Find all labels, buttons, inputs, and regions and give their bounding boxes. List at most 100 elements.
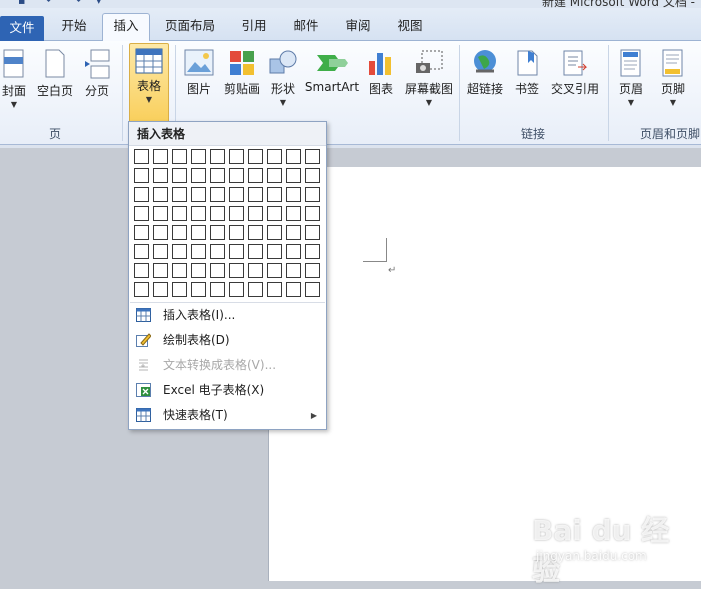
table-grid-cell[interactable]	[134, 206, 149, 221]
shapes-button[interactable]: 形状 ▼	[266, 45, 300, 125]
table-grid-cell[interactable]	[134, 263, 149, 278]
table-grid-cell[interactable]	[267, 282, 282, 297]
table-grid-cell[interactable]	[153, 168, 168, 183]
table-grid-cell[interactable]	[229, 149, 244, 164]
table-grid-cell[interactable]	[248, 244, 263, 259]
tab-file[interactable]: 文件	[0, 16, 44, 41]
table-grid-cell[interactable]	[191, 187, 206, 202]
table-grid-cell[interactable]	[267, 225, 282, 240]
table-grid-cell[interactable]	[210, 206, 225, 221]
menu-quick-tables[interactable]: 快速表格(T) ▶	[130, 403, 325, 428]
table-grid-cell[interactable]	[134, 282, 149, 297]
table-grid-cell[interactable]	[172, 244, 187, 259]
tab-home[interactable]: 开始	[50, 14, 98, 40]
table-grid-cell[interactable]	[286, 168, 301, 183]
menu-draw-table[interactable]: 绘制表格(D)	[130, 328, 325, 353]
tab-page-layout[interactable]: 页面布局	[156, 14, 224, 40]
table-grid-cell[interactable]	[248, 225, 263, 240]
quick-access-dropdown-icon[interactable]: ▾	[96, 0, 102, 7]
menu-insert-table[interactable]: 插入表格(I)...	[130, 303, 325, 328]
table-grid-cell[interactable]	[153, 244, 168, 259]
table-grid-cell[interactable]	[153, 149, 168, 164]
table-grid-cell[interactable]	[229, 168, 244, 183]
table-grid-cell[interactable]	[248, 263, 263, 278]
table-grid-cell[interactable]	[172, 225, 187, 240]
table-grid-cell[interactable]	[210, 149, 225, 164]
table-grid-cell[interactable]	[267, 206, 282, 221]
table-grid-cell[interactable]	[248, 282, 263, 297]
redo-icon[interactable]: ↷	[72, 0, 81, 7]
table-grid-cell[interactable]	[153, 187, 168, 202]
table-grid-cell[interactable]	[286, 225, 301, 240]
tab-references[interactable]: 引用	[232, 14, 276, 40]
table-grid-cell[interactable]	[153, 225, 168, 240]
page-break-button[interactable]: 分页	[80, 45, 114, 125]
table-grid-cell[interactable]	[210, 244, 225, 259]
table-grid-cell[interactable]	[191, 168, 206, 183]
table-grid-cell[interactable]	[134, 168, 149, 183]
table-grid-cell[interactable]	[210, 168, 225, 183]
tab-review[interactable]: 审阅	[336, 14, 380, 40]
table-grid-cell[interactable]	[305, 282, 320, 297]
table-grid-cell[interactable]	[267, 263, 282, 278]
tab-insert[interactable]: 插入	[102, 13, 150, 41]
table-grid-cell[interactable]	[191, 263, 206, 278]
table-grid-cell[interactable]	[305, 206, 320, 221]
table-grid-cell[interactable]	[286, 187, 301, 202]
header-button[interactable]: 页眉 ▼	[614, 45, 648, 125]
menu-excel-spreadsheet[interactable]: Excel 电子表格(X)	[130, 378, 325, 403]
table-grid-cell[interactable]	[305, 263, 320, 278]
table-grid-cell[interactable]	[153, 206, 168, 221]
table-grid-cell[interactable]	[248, 168, 263, 183]
cover-page-button[interactable]: 封面 ▼	[0, 45, 28, 125]
table-grid-cell[interactable]	[248, 149, 263, 164]
table-grid-cell[interactable]	[267, 149, 282, 164]
table-grid-cell[interactable]	[305, 187, 320, 202]
table-grid-cell[interactable]	[134, 225, 149, 240]
table-grid-cell[interactable]	[172, 187, 187, 202]
table-grid-cell[interactable]	[229, 282, 244, 297]
smartart-button[interactable]: SmartArt	[304, 45, 360, 125]
table-grid-cell[interactable]	[305, 168, 320, 183]
table-grid-cell[interactable]	[248, 187, 263, 202]
table-grid-cell[interactable]	[229, 225, 244, 240]
table-grid-cell[interactable]	[305, 225, 320, 240]
table-grid-cell[interactable]	[248, 206, 263, 221]
table-grid-cell[interactable]	[267, 168, 282, 183]
table-grid-cell[interactable]	[172, 282, 187, 297]
table-grid-cell[interactable]	[210, 225, 225, 240]
table-grid-cell[interactable]	[172, 206, 187, 221]
table-grid-cell[interactable]	[229, 206, 244, 221]
table-grid-cell[interactable]	[134, 187, 149, 202]
table-grid-cell[interactable]	[134, 244, 149, 259]
picture-button[interactable]: 图片	[181, 45, 217, 125]
table-grid-cell[interactable]	[305, 149, 320, 164]
table-grid-cell[interactable]	[305, 244, 320, 259]
table-grid-cell[interactable]	[210, 187, 225, 202]
table-grid-cell[interactable]	[191, 244, 206, 259]
table-grid-cell[interactable]	[191, 282, 206, 297]
table-grid-cell[interactable]	[286, 282, 301, 297]
table-grid-cell[interactable]	[153, 263, 168, 278]
table-grid-cell[interactable]	[172, 263, 187, 278]
table-grid-cell[interactable]	[286, 149, 301, 164]
table-grid-cell[interactable]	[267, 187, 282, 202]
table-grid-cell[interactable]	[267, 244, 282, 259]
table-grid-cell[interactable]	[210, 263, 225, 278]
chart-button[interactable]: 图表	[364, 45, 398, 125]
save-icon[interactable]: ▪	[18, 0, 25, 7]
table-grid-cell[interactable]	[134, 149, 149, 164]
table-grid-cell[interactable]	[191, 225, 206, 240]
footer-button[interactable]: 页脚 ▼	[656, 45, 690, 125]
table-button[interactable]: 表格 ▼	[129, 43, 169, 123]
table-grid-cell[interactable]	[286, 244, 301, 259]
table-grid-cell[interactable]	[229, 244, 244, 259]
blank-page-button[interactable]: 空白页	[34, 45, 76, 125]
table-grid-cell[interactable]	[191, 149, 206, 164]
table-grid-cell[interactable]	[191, 206, 206, 221]
tab-view[interactable]: 视图	[388, 14, 432, 40]
table-grid-cell[interactable]	[229, 187, 244, 202]
screenshot-button[interactable]: 屏幕截图 ▼	[402, 45, 456, 125]
table-grid-cell[interactable]	[286, 263, 301, 278]
hyperlink-button[interactable]: 超链接	[464, 45, 506, 125]
